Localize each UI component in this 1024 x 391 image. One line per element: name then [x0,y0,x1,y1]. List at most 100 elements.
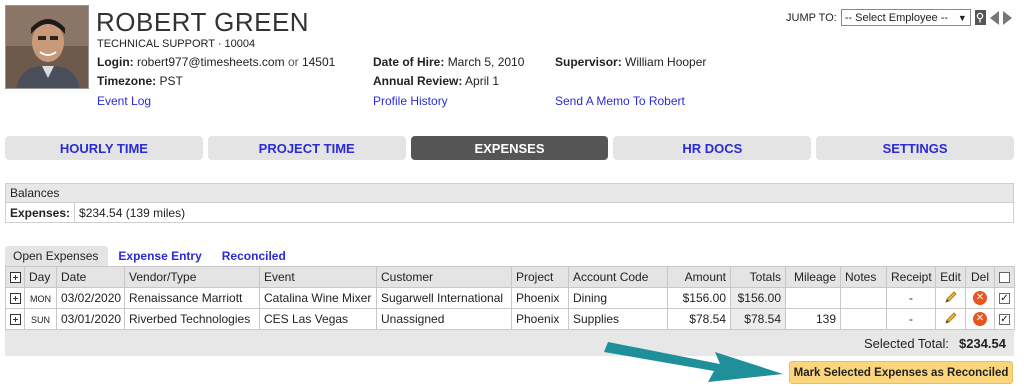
tab-hourly-time[interactable]: HOURLY TIME [5,136,203,160]
balances-label: Expenses: [6,203,76,222]
jump-to-label: JUMP TO: [786,11,837,24]
employee-select-value: -- Select Employee -- [844,11,949,24]
tab-expense-entry[interactable]: Expense Entry [108,246,211,266]
col-date[interactable]: Date [56,266,125,288]
previous-employee-icon[interactable] [989,10,999,25]
row-vendor: Riverbed Technologies [124,308,260,330]
row-notes [840,287,887,309]
profile-history-link[interactable]: Profile History [373,94,448,108]
col-del: Del [965,266,995,288]
timezone-line: Timezone: PST [97,74,183,88]
expense-subtabs: Open Expenses Expense Entry Reconciled [5,245,296,266]
row-account: Supplies [568,308,668,330]
tab-reconciled[interactable]: Reconciled [212,246,296,266]
login-line: Login: robert977@timesheets.com or 14501 [97,55,335,69]
supervisor-value: William Hooper [625,55,707,69]
jump-to: JUMP TO: -- Select Employee -- ▼ [786,9,1012,26]
supervisor-label: Supervisor: [555,55,622,69]
row-event: Catalina Wine Mixer [259,287,377,309]
table-row[interactable]: SUN 03/01/2020 Riverbed Technologies CES… [5,308,1015,330]
event-log-link[interactable]: Event Log [97,94,151,108]
tab-expenses[interactable]: EXPENSES [410,136,609,160]
row-date: 03/01/2020 [56,308,125,330]
row-amount: $78.54 [667,308,731,330]
selected-total-value: $234.54 [959,335,1006,351]
row-customer: Unassigned [376,308,512,330]
delete-icon[interactable]: ✕ [973,312,987,327]
row-receipt: - [886,287,936,309]
next-employee-icon[interactable] [1002,10,1012,25]
supervisor-line: Supervisor: William Hooper [555,55,706,69]
col-edit: Edit [935,266,966,288]
employee-name: ROBERT GREEN [96,7,310,37]
col-account-code[interactable]: Account Code [568,266,668,288]
row-mileage: 139 [785,308,841,330]
row-account: Dining [568,287,668,309]
balances-row: Expenses: $234.54 (139 miles) [6,203,1013,222]
hire-label: Date of Hire: [373,55,445,69]
hire-line: Date of Hire: March 5, 2010 [373,55,524,69]
search-button[interactable] [974,10,986,25]
row-project: Phoenix [511,308,569,330]
row-notes [840,308,887,330]
expand-plus-icon[interactable] [10,293,21,305]
chevron-down-icon: ▼ [957,12,967,23]
row-day: SUN [30,315,50,325]
row-date: 03/02/2020 [56,287,125,309]
col-customer[interactable]: Customer [376,266,512,288]
employee-select[interactable]: -- Select Employee -- ▼ [840,9,971,26]
expenses-table-wrap: Day Date Vendor/Type Event Customer Proj… [5,266,1015,356]
avatar [5,5,89,89]
select-all-cell[interactable] [994,266,1015,288]
hire-value: March 5, 2010 [447,55,525,69]
row-vendor: Renaissance Marriott [124,287,260,309]
tab-project-time[interactable]: PROJECT TIME [207,136,406,160]
selected-total-label: Selected Total: [863,335,949,351]
col-notes: Notes [840,266,887,288]
row-customer: Sugarwell International [376,287,512,309]
row-mileage [785,287,841,309]
pencil-icon[interactable] [944,290,958,304]
row-checkbox[interactable]: ✓ [999,293,1010,305]
login-label: Login: [97,55,134,69]
expenses-table: Day Date Vendor/Type Event Customer Proj… [5,266,1015,330]
login-or: or [287,55,299,69]
table-row[interactable]: MON 03/02/2020 Renaissance Marriott Cata… [5,287,1015,309]
search-icon [976,12,983,23]
expand-all-cell[interactable] [5,266,25,288]
login-id: 14501 [301,55,336,69]
expand-plus-icon[interactable] [10,272,21,284]
tab-open-expenses[interactable]: Open Expenses [5,246,109,266]
review-label: Annual Review: [373,74,463,88]
table-header-row: Day Date Vendor/Type Event Customer Proj… [5,266,1015,288]
balances-title: Balances [6,184,1013,203]
row-checkbox[interactable]: ✓ [999,314,1010,326]
main-tabs: HOURLY TIME PROJECT TIME EXPENSES HR DOC… [5,136,1014,160]
col-amount[interactable]: Amount [667,266,731,288]
annotation-arrow-icon [604,342,783,382]
row-receipt: - [886,308,936,330]
review-line: Annual Review: April 1 [373,74,499,88]
tab-settings[interactable]: SETTINGS [816,136,1014,160]
row-totals: $78.54 [730,308,786,330]
timezone-label: Timezone: [97,74,157,88]
row-totals: $156.00 [730,287,786,309]
row-event: CES Las Vegas [259,308,377,330]
timezone-value: PST [159,74,183,88]
row-project: Phoenix [511,287,569,309]
mark-reconciled-button[interactable]: Mark Selected Expenses as Reconciled [789,361,1013,384]
employee-role: TECHNICAL SUPPORT · 10004 [97,38,256,50]
col-event[interactable]: Event [259,266,377,288]
review-value: April 1 [465,74,500,88]
expand-plus-icon[interactable] [10,314,21,326]
col-project[interactable]: Project [511,266,569,288]
row-day: MON [30,294,51,304]
pencil-icon[interactable] [944,311,958,325]
col-totals: Totals [730,266,786,288]
delete-icon[interactable]: ✕ [973,291,987,306]
col-vendor[interactable]: Vendor/Type [124,266,260,288]
send-memo-link[interactable]: Send A Memo To Robert [555,94,685,108]
select-all-checkbox[interactable] [999,272,1010,284]
row-amount: $156.00 [667,287,731,309]
tab-hr-docs[interactable]: HR DOCS [613,136,812,160]
